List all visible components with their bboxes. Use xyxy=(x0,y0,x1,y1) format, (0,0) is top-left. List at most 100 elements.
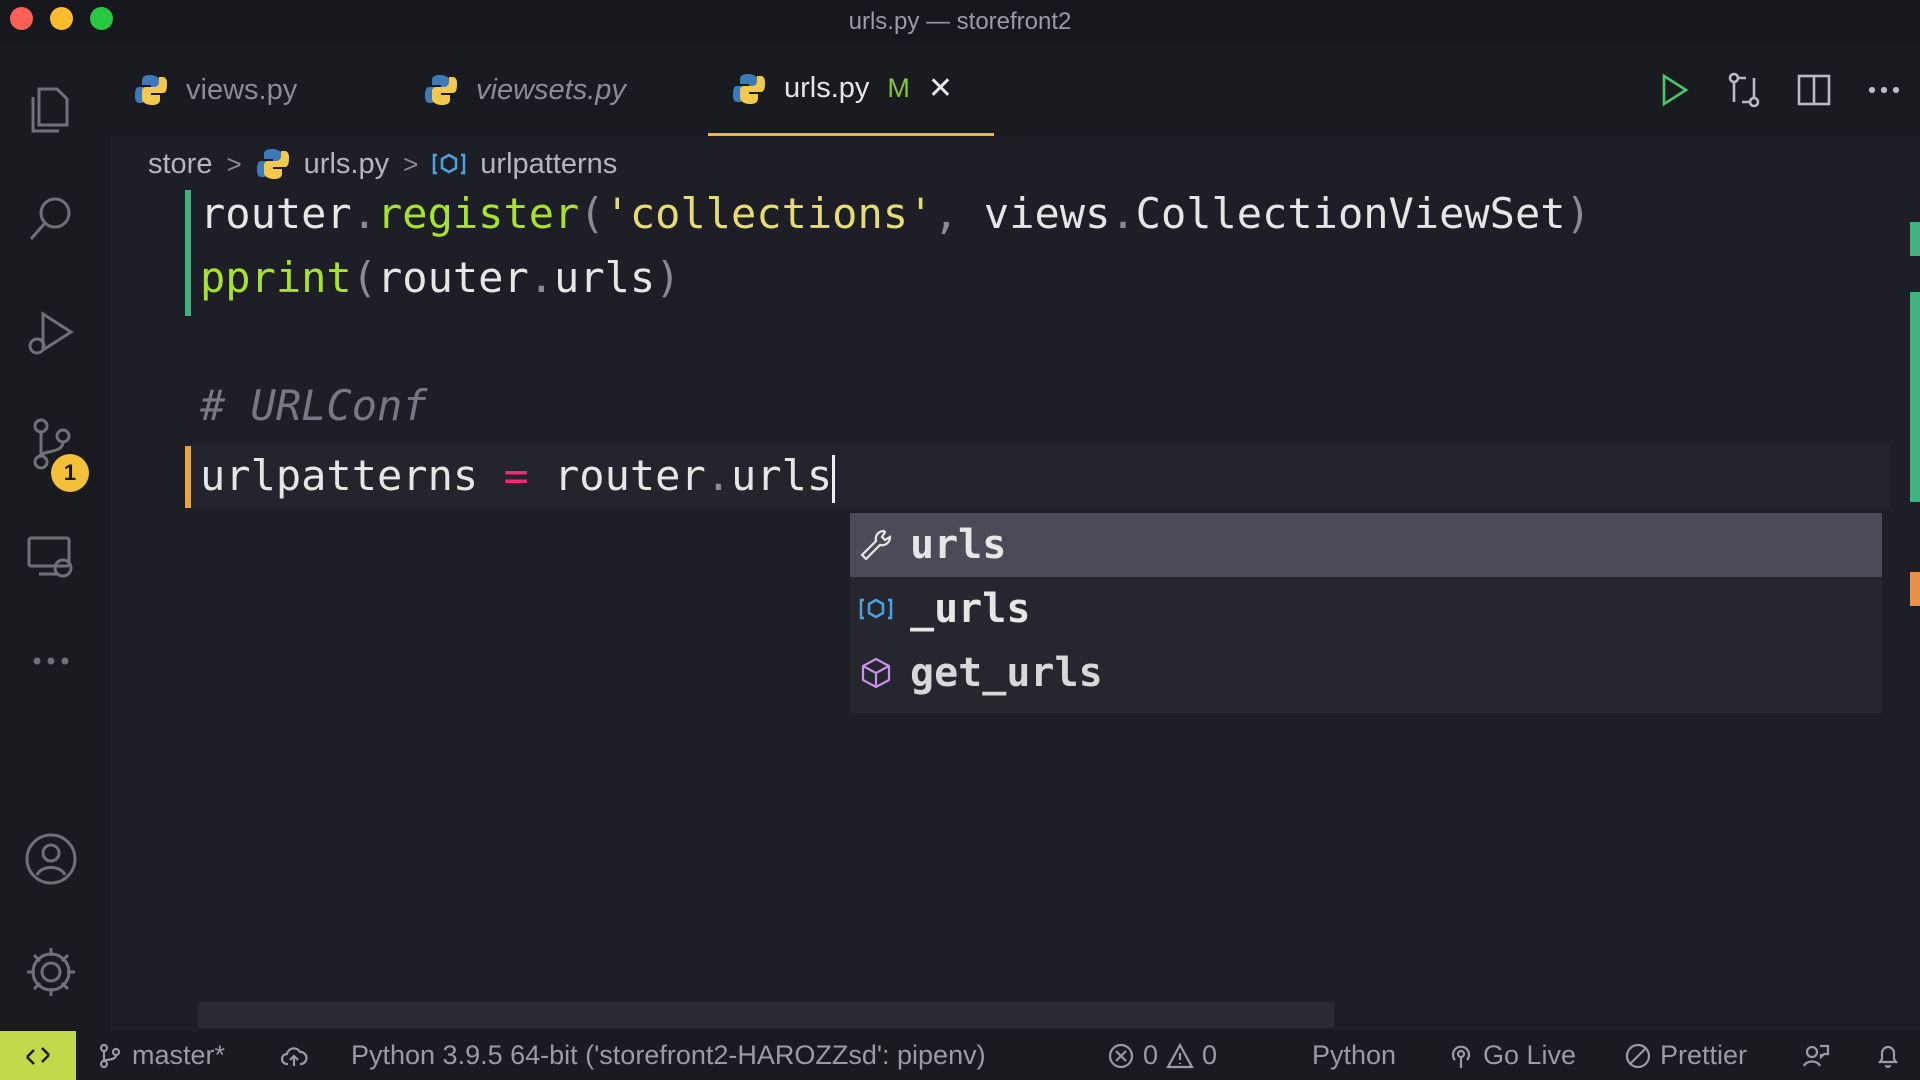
token: urls xyxy=(554,253,656,302)
overview-added-marker xyxy=(1910,222,1920,256)
horizontal-scrollbar[interactable] xyxy=(198,1002,1334,1028)
suggestion-item-get-urls[interactable]: get_urls xyxy=(850,641,1882,705)
remote-icon xyxy=(26,1046,50,1065)
tab-label: viewsets.py xyxy=(476,73,626,106)
go-live-label: Go Live xyxy=(1483,1040,1577,1070)
activity-bar: 1 xyxy=(0,44,110,1031)
wrench-icon xyxy=(860,529,892,561)
run-debug-button[interactable] xyxy=(16,297,86,367)
comment: # URLConf xyxy=(200,381,428,430)
files-icon xyxy=(31,87,69,133)
token: . xyxy=(705,451,732,500)
tab-views-py[interactable]: views.py xyxy=(110,44,394,136)
git-branch-icon xyxy=(99,1043,121,1068)
run-icon[interactable] xyxy=(1654,70,1694,110)
tab-urls-py[interactable]: urls.py M ✕ xyxy=(708,44,994,136)
breadcrumb-folder[interactable]: store xyxy=(148,148,212,181)
suggestion-item-urls[interactable]: urls xyxy=(850,513,1882,577)
close-window-button[interactable] xyxy=(10,7,33,30)
token: views xyxy=(983,189,1111,238)
overview-added-marker xyxy=(1910,292,1920,502)
window-title: urls.py — storefront2 xyxy=(848,8,1072,35)
python-file-icon xyxy=(256,149,289,179)
open-changes-icon[interactable] xyxy=(1724,70,1764,110)
account-icon xyxy=(25,833,77,885)
git-modified-marker xyxy=(185,446,191,508)
branch-indicator[interactable]: master* xyxy=(96,1031,225,1080)
minimize-window-button[interactable] xyxy=(50,7,73,30)
bell-icon xyxy=(1877,1045,1899,1068)
token: ) xyxy=(1565,189,1591,238)
code-line-2[interactable]: pprint(router.urls) xyxy=(200,248,680,308)
token: CollectionViewSet xyxy=(1135,189,1566,238)
code-line-comment[interactable]: # URLConf xyxy=(200,376,428,436)
accounts-button[interactable] xyxy=(16,824,86,894)
overview-modified-marker xyxy=(1910,572,1920,606)
feedback-icon xyxy=(1802,1044,1830,1067)
warning-count: 0 xyxy=(1202,1040,1218,1070)
suggestion-label: get_urls xyxy=(910,650,1103,696)
cube-icon xyxy=(861,657,891,689)
code-line-1[interactable]: router.register('collections', views.Col… xyxy=(200,184,1591,244)
language-mode[interactable]: Python xyxy=(1312,1031,1396,1080)
python-file-icon xyxy=(135,75,167,105)
token: ( xyxy=(351,253,378,302)
suggestion-label: urls xyxy=(910,522,1007,568)
code-line-active[interactable]: urlpatterns = router.urls xyxy=(200,446,836,506)
ellipsis-icon xyxy=(33,657,69,665)
run-debug-icon xyxy=(28,311,74,355)
token: . xyxy=(1110,189,1136,238)
token: urls xyxy=(731,451,833,500)
text-cursor xyxy=(832,454,836,503)
token: router xyxy=(377,253,529,302)
search-button[interactable] xyxy=(16,184,86,254)
warning-icon xyxy=(1166,1042,1194,1068)
problems-indicator[interactable]: 0 0 xyxy=(1107,1031,1217,1080)
settings-button[interactable] xyxy=(16,937,86,1007)
error-icon xyxy=(1108,1043,1134,1068)
window-controls xyxy=(10,7,113,30)
autocomplete-widget: urls _urls get_urls xyxy=(850,513,1882,713)
sync-indicator[interactable] xyxy=(280,1031,308,1080)
branch-name: master* xyxy=(132,1040,226,1070)
breadcrumb: store > urls.py > urlpatterns xyxy=(148,142,617,186)
token: router xyxy=(200,189,352,238)
token: 'collections' xyxy=(604,189,934,238)
suggestion-label: _urls xyxy=(910,586,1031,632)
token: , xyxy=(933,189,984,238)
feedback-button[interactable] xyxy=(1802,1031,1830,1080)
variable-icon xyxy=(433,153,466,175)
notifications-button[interactable] xyxy=(1874,1031,1902,1080)
editor-tab-bar: views.py viewsets.py urls.py M ✕ xyxy=(110,44,1920,136)
language-label: Python xyxy=(1312,1040,1397,1070)
chevron-right-icon: > xyxy=(403,148,419,179)
token: urlpatterns xyxy=(200,451,479,500)
remote-indicator[interactable] xyxy=(0,1031,76,1080)
explorer-button[interactable] xyxy=(16,74,86,144)
breadcrumb-symbol[interactable]: urlpatterns xyxy=(480,148,617,181)
broadcast-icon xyxy=(1451,1045,1471,1068)
python-interpreter[interactable]: Python 3.9.5 64-bit ('storefront2-HAROZZ… xyxy=(351,1031,986,1080)
token: pprint xyxy=(200,253,352,302)
prettier-disabled-icon xyxy=(1625,1043,1651,1068)
python-file-icon xyxy=(425,75,457,105)
maximize-window-button[interactable] xyxy=(90,7,113,30)
go-live-button[interactable]: Go Live xyxy=(1447,1031,1576,1080)
more-actions-icon[interactable] xyxy=(1864,70,1904,110)
token: . xyxy=(528,253,555,302)
split-editor-icon[interactable] xyxy=(1794,70,1834,110)
error-count: 0 xyxy=(1143,1040,1159,1070)
close-tab-icon[interactable]: ✕ xyxy=(928,71,953,106)
interpreter-label: Python 3.9.5 64-bit ('storefront2-HAROZZ… xyxy=(351,1040,986,1070)
prettier-button[interactable]: Prettier xyxy=(1624,1031,1747,1080)
chevron-right-icon: > xyxy=(226,148,242,179)
token: register xyxy=(377,189,580,238)
breadcrumb-file[interactable]: urls.py xyxy=(304,148,389,181)
editor-actions xyxy=(1654,44,1920,136)
token: . xyxy=(351,189,378,238)
remote-explorer-button[interactable] xyxy=(16,521,86,591)
suggestion-item-private-urls[interactable]: _urls xyxy=(850,577,1882,641)
prettier-label: Prettier xyxy=(1660,1040,1748,1070)
more-views-button[interactable] xyxy=(16,626,86,696)
source-control-badge: 1 xyxy=(51,454,89,492)
